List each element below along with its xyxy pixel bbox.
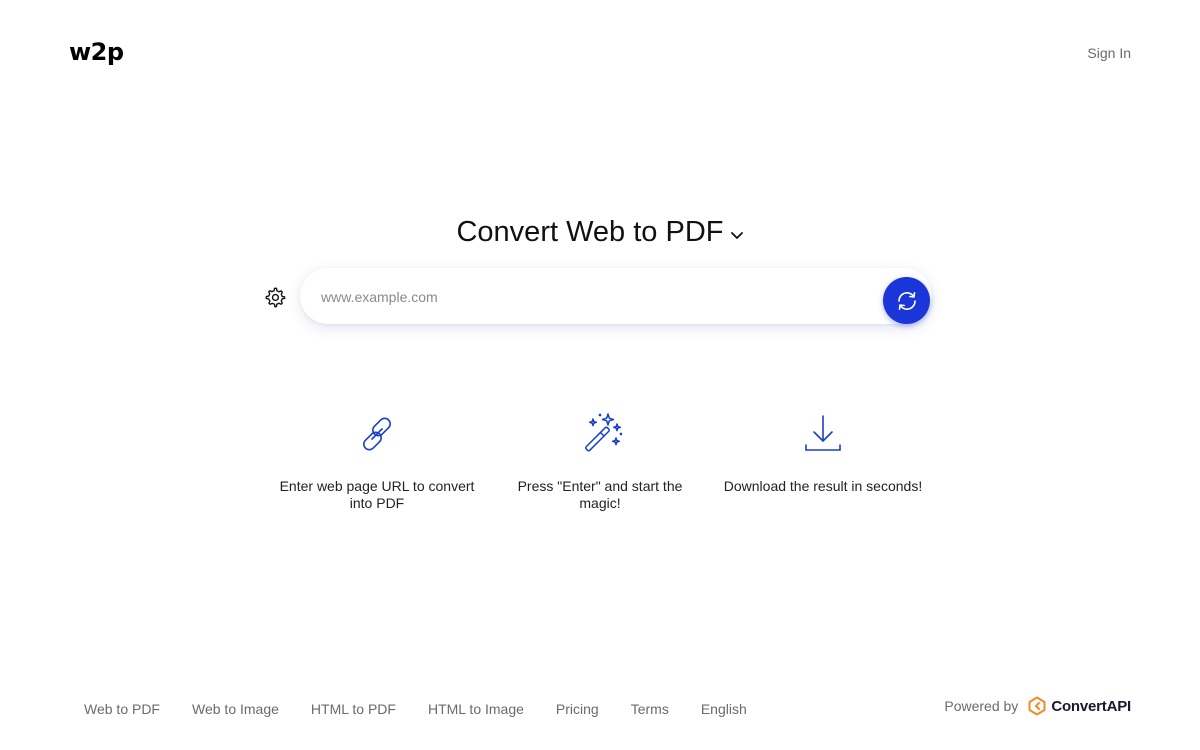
step-press-enter: Press "Enter" and start the magic!: [500, 412, 700, 512]
gear-icon[interactable]: [264, 286, 286, 308]
refresh-icon: [892, 286, 922, 316]
footer-link-web-to-image[interactable]: Web to Image: [192, 700, 279, 718]
chevron-down-icon[interactable]: [730, 230, 744, 240]
step-description: Enter web page URL to convert into PDF: [279, 478, 475, 511]
url-input[interactable]: [319, 276, 863, 318]
magic-wand-icon: [578, 412, 623, 456]
footer-link-html-to-image[interactable]: HTML to Image: [428, 700, 524, 718]
footer-nav: Web to PDF Web to Image HTML to PDF HTML…: [84, 700, 779, 718]
convertapi-name: ConvertAPI: [1051, 697, 1131, 715]
step-description: Press "Enter" and start the magic!: [517, 478, 683, 511]
url-search-bar: [300, 268, 932, 324]
footer-link-pricing[interactable]: Pricing: [556, 700, 599, 718]
w2p-logo[interactable]: w2p: [69, 38, 124, 66]
sign-in-link[interactable]: Sign In: [1087, 44, 1131, 62]
step-download: Download the result in seconds!: [723, 412, 923, 495]
powered-by: Powered by ConvertAPI: [944, 696, 1131, 716]
footer-link-html-to-pdf[interactable]: HTML to PDF: [311, 700, 396, 718]
footer-link-web-to-pdf[interactable]: Web to PDF: [84, 700, 160, 718]
step-description: Download the result in seconds!: [723, 478, 923, 494]
step-enter-url: Enter web page URL to convert into PDF: [277, 412, 477, 512]
page-title[interactable]: Convert Web to PDF: [456, 214, 723, 250]
convert-button[interactable]: [883, 277, 930, 324]
footer-language-selector[interactable]: English: [701, 700, 747, 718]
page: w2p Sign In Convert Web to PDF www.examp…: [0, 0, 1200, 750]
converter-type-selector[interactable]: Convert Web to PDF: [0, 214, 1200, 250]
powered-by-label: Powered by: [944, 698, 1019, 714]
download-icon: [801, 412, 845, 456]
footer-link-terms[interactable]: Terms: [631, 700, 669, 718]
convertapi-link[interactable]: ConvertAPI: [1027, 696, 1131, 716]
convertapi-logo-icon: [1027, 696, 1047, 716]
link-icon: [355, 412, 399, 456]
